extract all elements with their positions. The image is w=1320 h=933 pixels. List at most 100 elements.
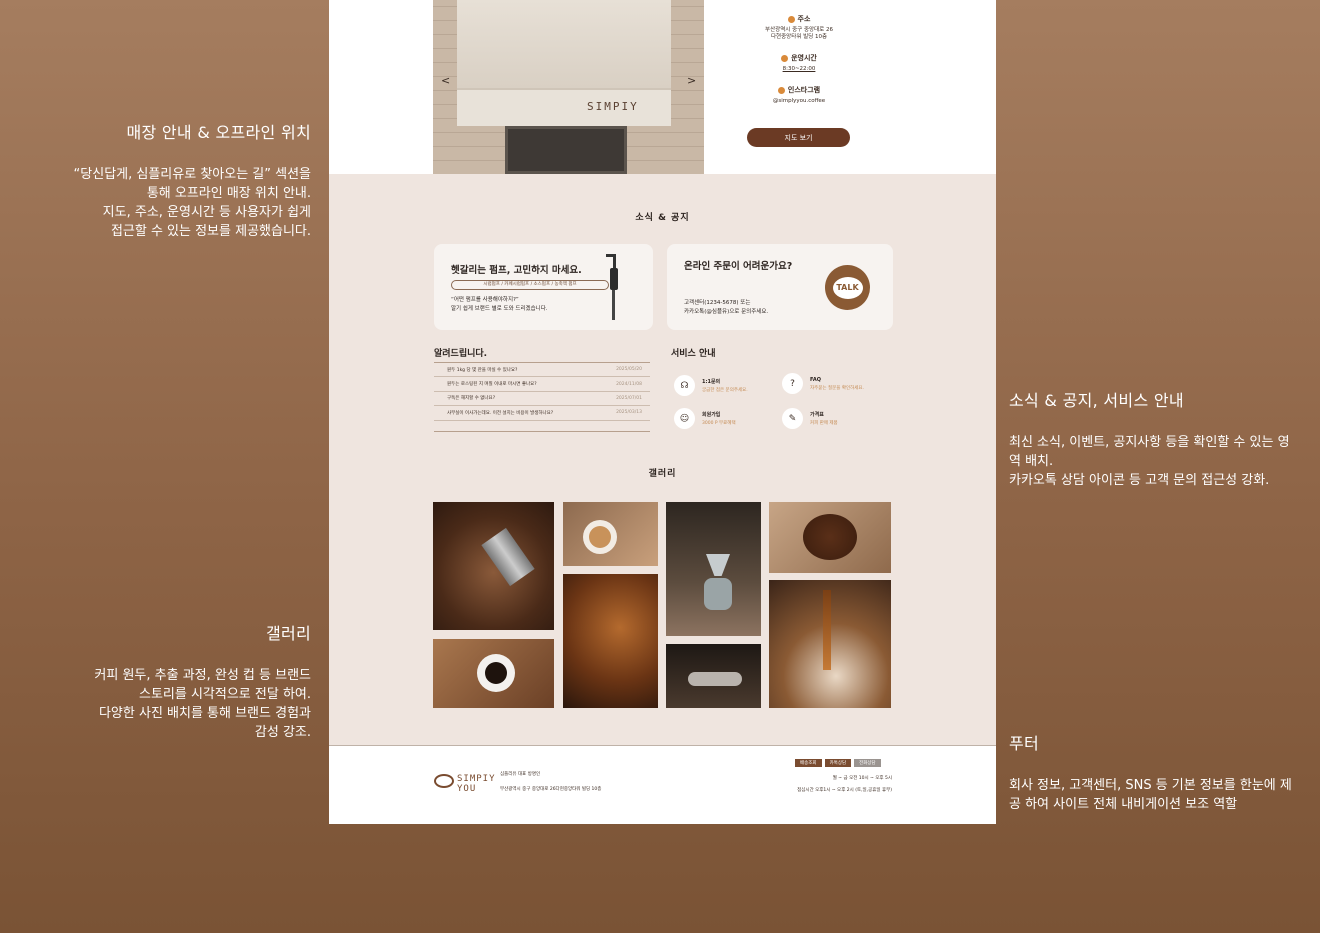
user-icon: ☺ [674, 408, 695, 429]
prev-arrow-icon[interactable]: < [441, 74, 450, 87]
gallery-photo-cup-on-wood[interactable] [433, 639, 554, 708]
instagram-label-text: 인스타그램 [787, 86, 821, 94]
gallery-photo-pour-over[interactable] [666, 502, 761, 636]
annotation-body: 최신 소식, 이벤트, 공지사항 등을 확인할 수 있는 영역 배치. 카카오톡… [1009, 435, 1290, 488]
order-card[interactable]: 온라인 주문이 어려운가요? 고객센터(1234-5678) 또는 카카오톡(@… [667, 244, 893, 330]
notice-text: 원두 1kg 당 몇 잔을 마실 수 있나요? [447, 367, 518, 373]
footer-hours: 월 ~ 금 오전 10시 ~ 오후 5시 [832, 776, 892, 781]
store-sign-text: SIMPIY [587, 100, 639, 113]
list-item[interactable]: 사무실이 이사가는데요. 이전 설치는 비용이 발생하나요? 2025/03/13 [434, 406, 650, 421]
list-item[interactable]: 구독은 해지할 수 없나요? 2025/07/01 [434, 392, 650, 407]
annotation-news: 소식 & 공지, 서비스 안내 최신 소식, 이벤트, 공지사항 등을 확인할 … [1009, 387, 1294, 490]
gallery-photo-hands-beans[interactable] [769, 502, 891, 573]
footer-company: 심플리유 대표 방명인 [500, 772, 541, 777]
service-desc: 궁금한 점은 문의주세요. [702, 388, 748, 393]
footer: SIMPIY YOU 심플리유 대표 방명인 부산광역시 중구 중앙대로 26다… [329, 745, 996, 824]
instagram-label: 인스타그램 [749, 85, 849, 95]
footer-logo[interactable]: SIMPIY YOU [457, 774, 496, 794]
website-mockup: SIMPIY < > 주소 부산광역시 중구 중앙대로 26 다현중앙타워 빌딩… [329, 0, 996, 824]
logo-line-1: SIMPIY [457, 774, 496, 784]
pump-card-title: 헷갈리는 펌프, 고민하지 마세요. [451, 265, 582, 276]
address-label-text: 주소 [797, 15, 811, 23]
annotation-body: “당신답게, 심플리유로 찾아오는 길” 섹션을 통해 오프라인 매장 위치 안… [73, 167, 311, 239]
service-pricelist[interactable]: ✎ 가격표커피 판매 제품 [782, 408, 838, 429]
latte-art-shape [589, 526, 611, 548]
dripper-shape [706, 554, 730, 576]
notice-divider [434, 431, 650, 432]
pump-tags: 시럽펌프 / 카페시럽펌프 / 소스펌프 / 농축액 펌프 [451, 280, 609, 290]
annotation-footer: 푸터 회사 정보, 고객센터, SNS 등 기본 정보를 한눈에 제공 하여 사… [1009, 730, 1294, 814]
annotation-body: 회사 정보, 고객센터, SNS 등 기본 정보를 한눈에 제공 하여 사이트 … [1009, 778, 1292, 812]
hours-value: 8:30~22:00 [782, 66, 816, 72]
annotation-gallery: 갤러리 커피 원두, 추출 과정, 완성 컵 등 브랜드 스토리를 시각적으로 … [94, 620, 311, 742]
store-photo: SIMPIY < > [433, 0, 704, 174]
annotation-store: 매장 안내 & 오프라인 위치 “당신답게, 심플리유로 찾아오는 길” 섹션을… [74, 119, 311, 241]
address-value: 부산광역시 중구 중앙대로 26 다현중앙타워 빌딩 10층 [765, 27, 833, 40]
gallery-photo-grinder[interactable] [563, 574, 658, 708]
service-desc: 자주묻는 질문을 확인하세요. [810, 385, 864, 391]
instagram-value[interactable]: @simplyyou.coffee [749, 98, 849, 105]
price-tag-icon: ✎ [782, 408, 803, 429]
notice-text: 사무실이 이사가는데요. 이전 설치는 비용이 발생하나요? [447, 410, 554, 416]
service-name: 1:1문의 [702, 379, 721, 385]
phone-consult-button[interactable]: 전화상담 [854, 759, 881, 767]
headset-icon: ☊ [674, 375, 695, 396]
kakao-chat-button[interactable]: 카톡상담 [824, 759, 852, 767]
beans-shape [803, 514, 857, 560]
service-desc: 3000 P 무료혜택 [702, 421, 736, 426]
coffee-shape [485, 662, 507, 684]
notice-text: 원두는 로스팅된 지 며칠 이내로 마시면 좋나요? [447, 382, 537, 388]
talk-label: TALK [832, 276, 863, 299]
delivery-tracking-button[interactable]: 배송조회 [795, 759, 822, 767]
service-desc: 커피 판매 제품 [810, 421, 838, 426]
service-name: FAQ [810, 376, 821, 383]
pump-card-body: “어떤 펌프를 사용해야하지?” 알기 쉽게 브랜드 별로 도와 드리겠습니다. [451, 297, 548, 312]
service-name: 회원가입 [702, 412, 721, 418]
notice-title: 알려드립니다. [434, 349, 488, 359]
next-arrow-icon[interactable]: > [687, 74, 696, 87]
list-item[interactable]: 원두는 로스팅된 지 며칠 이내로 마시면 좋나요? 2024/11/08 [434, 377, 650, 392]
store-info: 주소 부산광역시 중구 중앙대로 26 다현중앙타워 빌딩 10층 운영시간 8… [749, 14, 849, 105]
notice-text: 구독은 해지할 수 없나요? [447, 396, 496, 402]
list-item[interactable]: 원두 1kg 당 몇 잔을 마실 수 있나요? 2025/05/20 [434, 363, 650, 378]
notice-date: 2024/11/08 [616, 381, 642, 387]
footer-address: 부산광역시 중구 중앙대로 26다현중앙타워 빌딩 10층 [500, 787, 602, 792]
service-signup[interactable]: ☺ 회원가입 3000 P 무료혜택 [674, 408, 736, 429]
address-label: 주소 [749, 14, 849, 24]
clock-icon [781, 54, 789, 62]
logo-icon [434, 774, 454, 788]
gallery-photo-portafilter[interactable] [666, 644, 761, 708]
notice-date: 2025/03/13 [616, 410, 642, 416]
annotation-title: 푸터 [1009, 734, 1040, 753]
pump-card[interactable]: 헷갈리는 펌프, 고민하지 마세요. 시럽펌프 / 카페시럽펌프 / 소스펌프 … [434, 244, 653, 330]
portafilter-shape [688, 672, 742, 686]
service-title: 서비스 안내 [671, 349, 716, 359]
gallery-photo-beans-scoop[interactable] [433, 502, 554, 630]
logo-line-2: YOU [457, 784, 477, 794]
awning [457, 0, 671, 88]
scoop-shape [481, 527, 535, 587]
hours-label: 운영시간 [749, 53, 849, 63]
notice-date: 2025/07/01 [616, 395, 642, 401]
annotation-title: 갤러리 [265, 624, 311, 643]
gallery-title: 갤러리 [648, 469, 677, 479]
service-inquiry[interactable]: ☊ 1:1문의궁금한 점은 문의주세요. [674, 375, 748, 396]
order-card-body: 고객센터(1234-5678) 또는 카카오톡(@심플유)으로 문의주세요. [684, 300, 769, 315]
pump-icon [606, 254, 618, 320]
annotation-title: 소식 & 공지, 서비스 안내 [1009, 391, 1184, 410]
store-section: SIMPIY < > 주소 부산광역시 중구 중앙대로 26 다현중앙타워 빌딩… [329, 0, 996, 174]
instagram-icon [777, 86, 785, 94]
footer-lunch-hours: 점심시간 오후1시 ~ 오후 2시 (토,일,공휴일 휴무) [797, 788, 892, 793]
gallery-photo-latte[interactable] [563, 502, 658, 566]
service-faq[interactable]: ? FAQ 자주묻는 질문을 확인하세요. [782, 373, 864, 394]
espresso-stream-shape [823, 590, 831, 670]
server-shape [704, 578, 732, 610]
service-name: 가격표 [810, 412, 824, 418]
kakao-talk-icon[interactable]: TALK [825, 265, 870, 310]
gallery-photo-espresso[interactable] [769, 580, 891, 708]
map-button[interactable]: 지도 보기 [747, 128, 850, 147]
store-window [505, 126, 627, 174]
notice-date: 2025/05/20 [616, 367, 642, 373]
location-pin-icon [787, 15, 795, 23]
news-section: 소식 & 공지 헷갈리는 펌프, 고민하지 마세요. 시럽펌프 / 카페시럽펌프… [329, 174, 996, 745]
